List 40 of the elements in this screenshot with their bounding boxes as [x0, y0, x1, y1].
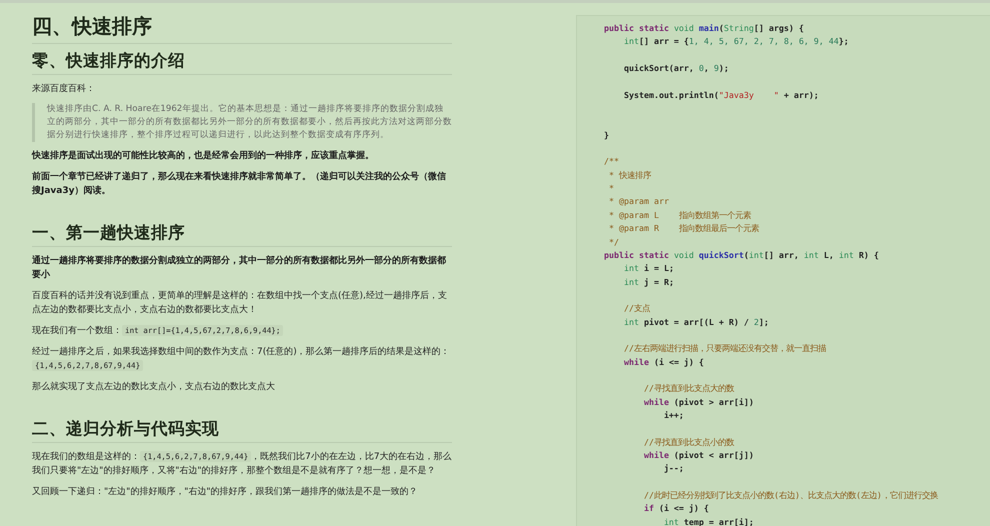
code-line: */	[608, 236, 620, 248]
paragraph: 通过一趟排序将要排序的数据分割成独立的两部分，其中一部分的所有数据都比另外一部分的所有数据都要小	[32, 254, 447, 282]
code-line: //左右两端进行扫描，只要两端还没有交替，就一直扫描	[622, 342, 827, 356]
code-line: * @param L 指向数组第一个元素	[608, 208, 752, 222]
paragraph: 百度百科的话并没有说到重点，更简单的理解是这样的：在数组中找一个支点(任意),经过一趟排序后，支点左边的数都要比支点小，支点右边的数都要比支点大！	[32, 290, 448, 317]
code-line: public static void quickSort(int[] arr, int L, int R) {	[604, 248, 880, 262]
code-line: * 快速排序	[608, 168, 652, 182]
paragraph: 那么就实现了支点左边的数比支点小，支点右边的数比支点大	[32, 380, 276, 394]
code-line: int[] arr = {1, 4, 5, 67, 2, 7, 8, 6, 9, 44};	[622, 35, 850, 48]
code-line: /**	[604, 155, 620, 168]
code-line: while (pivot > arr[i])	[642, 396, 755, 409]
code-line: int temp = arr[i];	[662, 516, 755, 526]
code-line: //寻找直到比支点小的数	[642, 436, 736, 449]
paragraph: 快速排序是面试出现的可能性比较高的，也是经常会用到的一种排序，应该重点掌握。	[32, 149, 375, 163]
code-line: public static void main(String[] args) {	[604, 22, 805, 35]
code-line: * @param R 指向数组最后一个元素	[608, 222, 760, 236]
section-heading: 二、递归分析与代码实现	[32, 418, 452, 443]
code-line: System.out.println("Java3y " + arr);	[622, 88, 820, 102]
paragraph: 又回顾一下递归："左边"的排好顺序，"右边"的排好序，跟我们第一趟排序的做法是不是一致的？	[32, 486, 419, 499]
code-line: int j = R;	[622, 276, 675, 289]
code-line: * @param arr	[608, 195, 670, 208]
quote-paragraph: 快速排序由C. A. R. Hoare在1962年提出。它的基本思想是：通过一趟排序将要排序的数据分割成独立的两部分，其中一部分的所有数据都比另外一部分的所有数据都要小，然后再按此方法对这两部分数据分别进行快速排序，整个排序过程可以递归进行，以此达到整个数据变成有序序列。	[32, 103, 452, 142]
code-line: quickSort(arr, 0, 9);	[622, 62, 730, 76]
section-heading: 一、第一趟快速排序	[32, 222, 452, 247]
code-line: }	[604, 128, 610, 142]
code-line: i++;	[662, 408, 685, 422]
code-line: //支点	[622, 302, 651, 316]
code-line: j--;	[662, 462, 685, 476]
code-line: while (pivot < arr[j])	[642, 449, 755, 462]
paragraph: 前面一个章节已经讲了递归了，那么现在来看快速排序就非常简单了。（递归可以关注我的公众号（微信搜Java3y）阅读。	[32, 170, 447, 198]
paragraph: 来源百度百科：	[32, 82, 96, 96]
page-heading: 四、快速排序	[32, 13, 452, 44]
code-line: while (i <= j) {	[622, 356, 705, 369]
code-line: int pivot = arr[(L + R) / 2];	[622, 316, 770, 329]
code-line: //此时已经分别找到了比支点小的数(右边)、比支点大的数(左边)，它们进行交换	[642, 489, 939, 502]
section-heading: 零、快速排序的介绍	[32, 50, 452, 75]
code-line: if (i <= j) {	[642, 502, 710, 516]
code-line: //寻找直到比支点大的数	[642, 382, 736, 396]
code-line: *	[608, 182, 615, 196]
code-line: int i = L;	[622, 262, 675, 276]
